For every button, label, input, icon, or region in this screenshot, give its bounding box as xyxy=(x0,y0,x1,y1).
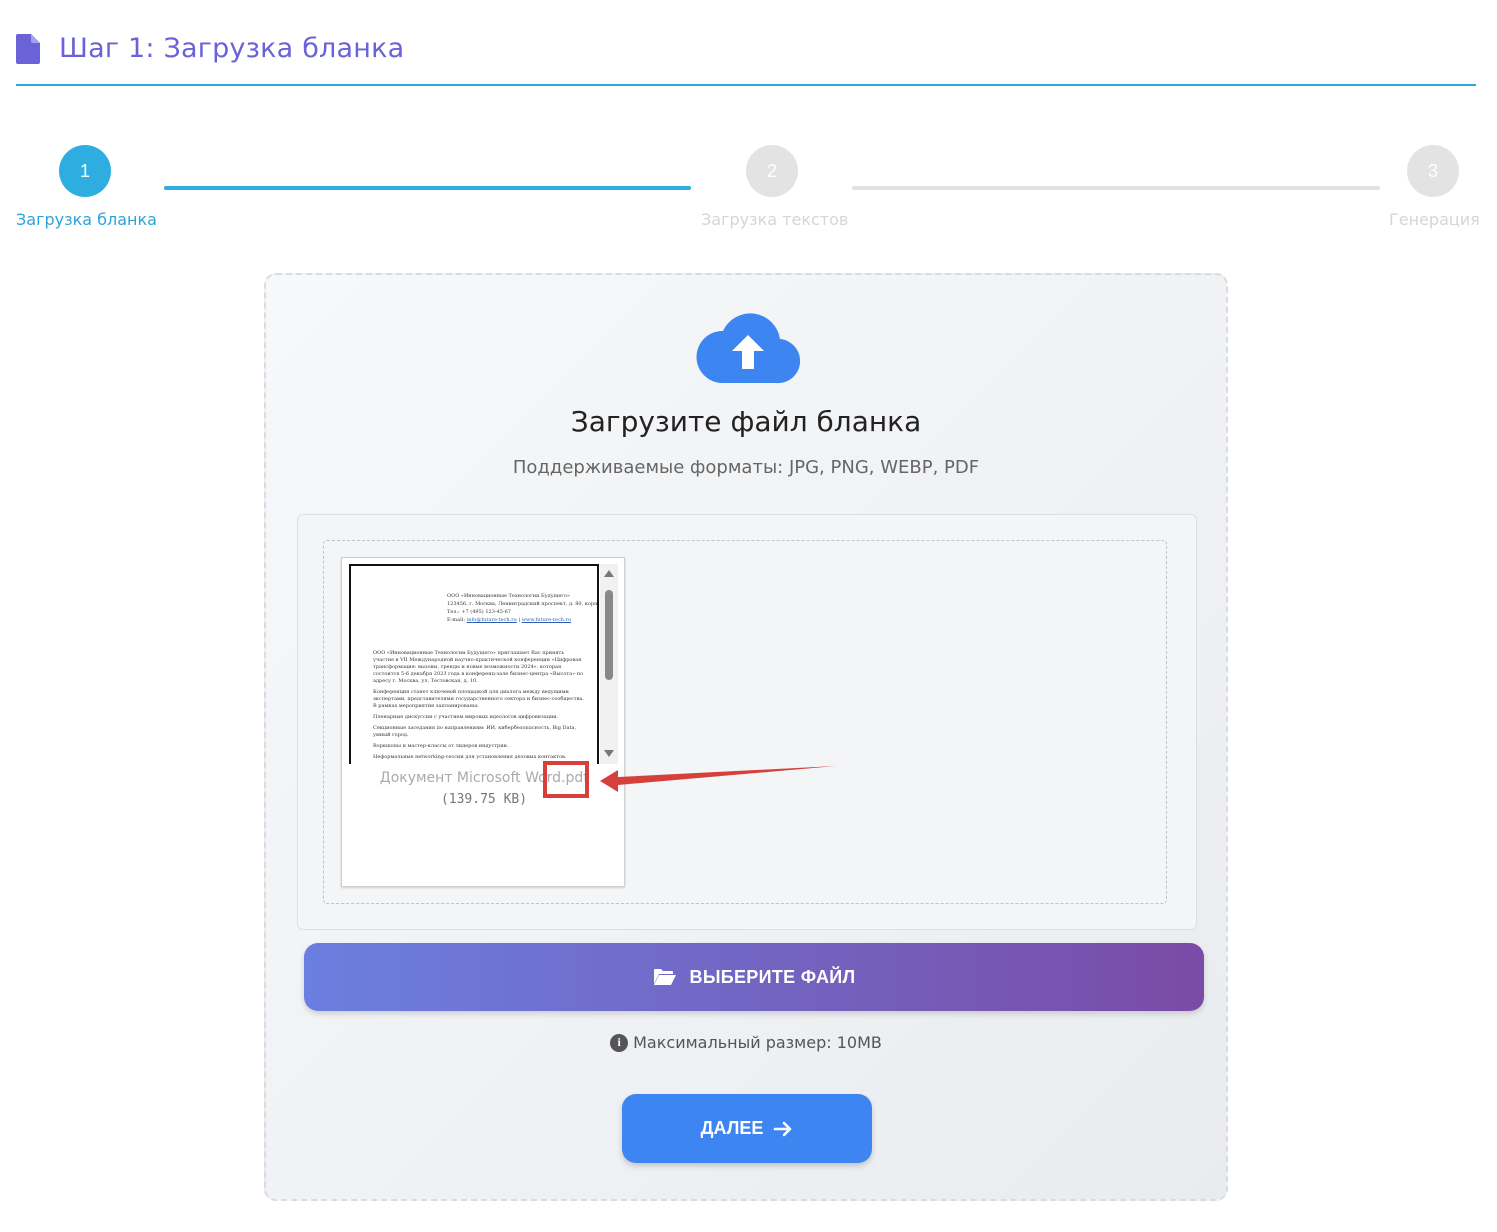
next-button[interactable]: ДАЛЕЕ xyxy=(622,1094,872,1163)
doc-site-link: www.future-tech.ru xyxy=(521,617,572,623)
doc-paragraph: Пленарные дискуссии с участием мировых и… xyxy=(373,714,559,720)
doc-paragraph: Неформальные networking-сессии для устан… xyxy=(373,754,567,760)
step-2-circle[interactable]: 2 xyxy=(746,145,798,197)
preview-scrollbar[interactable] xyxy=(600,564,618,764)
info-icon: i xyxy=(610,1033,629,1052)
doc-paragraph: Конференция станет ключевой площадкой дл… xyxy=(373,689,584,709)
page-title: Шаг 1: Загрузка бланка xyxy=(59,33,405,64)
step-1-label: Загрузка бланка xyxy=(16,210,157,229)
next-label: ДАЛЕЕ xyxy=(700,1118,764,1138)
dropzone[interactable]: ООО «Инновационные Технологии Будущего» … xyxy=(323,540,1167,904)
choose-file-button[interactable]: ВЫБЕРИТЕ ФАЙЛ xyxy=(304,943,1204,1011)
doc-email-link: info@future-tech.ru xyxy=(466,617,517,623)
doc-paragraph: Секционные заседания по направлениям: ИИ… xyxy=(373,725,577,738)
choose-file-label: ВЫБЕРИТЕ ФАЙЛ xyxy=(689,966,856,987)
doc-email-prefix: E-mail: xyxy=(447,617,467,623)
scroll-thumb[interactable] xyxy=(605,590,613,680)
page-header: Шаг 1: Загрузка бланка xyxy=(16,30,1476,86)
doc-paragraph: Воркшопы и мастер-классы от лидеров инду… xyxy=(373,743,509,749)
step-3-circle[interactable]: 3 xyxy=(1407,145,1459,197)
file-icon xyxy=(16,34,40,64)
pdf-preview[interactable]: ООО «Инновационные Технологии Будущего» … xyxy=(349,564,599,764)
max-size-text: Максимальный размер: 10MB xyxy=(633,1033,882,1052)
supported-formats: Поддерживаемые форматы: JPG, PNG, WEBP, … xyxy=(512,457,980,478)
stepper: 1 2 3 Загрузка бланка Загрузка текстов Г… xyxy=(0,140,1497,240)
arrow-right-icon xyxy=(774,1121,792,1136)
doc-contacts: E-mail: info@future-tech.ru | www.future… xyxy=(447,616,597,624)
doc-company: ООО «Инновационные Технологии Будущего» xyxy=(447,593,570,599)
step-2-label: Загрузка текстов xyxy=(701,210,849,229)
doc-paragraph: ООО «Инновационные Технологии Будущего» … xyxy=(373,650,584,684)
scroll-up-arrow-icon[interactable] xyxy=(604,570,614,577)
folder-open-icon xyxy=(653,969,676,985)
doc-body: ООО «Инновационные Технологии Будущего» … xyxy=(373,650,585,764)
upload-card[interactable]: Загрузите файл бланка Поддерживаемые фор… xyxy=(264,273,1228,1201)
annotation-arrow-icon xyxy=(600,766,836,792)
step-1-circle[interactable]: 1 xyxy=(59,145,111,197)
step-3-label: Генерация xyxy=(1389,210,1480,229)
scroll-down-arrow-icon[interactable] xyxy=(604,750,614,757)
annotation-highlight-box xyxy=(543,761,589,798)
doc-letterhead: ООО «Инновационные Технологии Будущего» … xyxy=(447,592,599,624)
cloud-upload-icon xyxy=(696,313,800,384)
doc-address: 123456, г. Москва, Ленинградский проспек… xyxy=(447,601,599,607)
preview-area: ООО «Инновационные Технологии Будущего» … xyxy=(297,514,1197,930)
step-connector-1 xyxy=(164,186,691,190)
step-connector-2 xyxy=(852,186,1380,190)
file-preview-card[interactable]: ООО «Инновационные Технологии Будущего» … xyxy=(341,557,836,887)
doc-phone: Тел.: +7 (495) 123-45-67 xyxy=(447,609,511,615)
upload-title: Загрузите файл бланка xyxy=(570,405,922,438)
max-size-note: i Максимальный размер: 10MB xyxy=(266,1033,1226,1052)
